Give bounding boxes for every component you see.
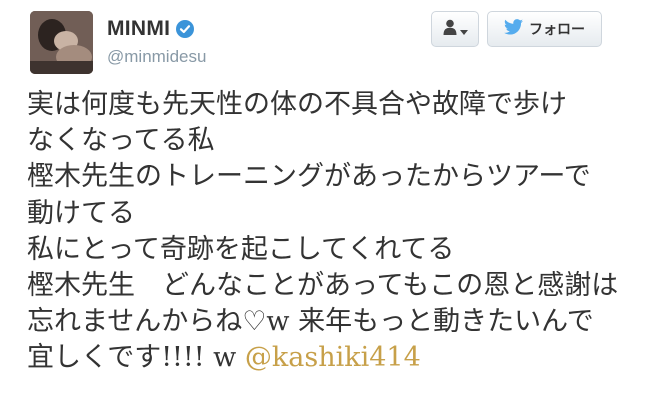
- name-row: MINMI: [107, 17, 195, 41]
- tweet-line: 樫木先生 どんなことがあってもこの恩と感謝は: [27, 270, 619, 302]
- tweet-line: 樫木先生のトレーニングがあったからツアーで: [27, 161, 591, 193]
- follow-button[interactable]: フォロー: [487, 11, 602, 47]
- tweet-line: 実は何度も先天性の体の不具合や故障で歩け: [27, 89, 567, 120]
- follow-button-label: フォロー: [529, 22, 585, 38]
- twitter-bird-icon: [504, 19, 523, 39]
- tweet-line: 動けてる: [27, 197, 135, 229]
- display-name[interactable]: MINMI: [107, 17, 170, 41]
- tweet-line: 忘れませんからね♡w 来年もっと動きたいんで: [27, 306, 594, 338]
- user-handle[interactable]: @minmidesu: [107, 47, 206, 67]
- user-actions-dropdown-button[interactable]: [431, 11, 479, 47]
- tweet-line-last: 宜しくです!!!! w @kashiki414: [27, 340, 647, 376]
- verified-badge-icon: [176, 20, 195, 38]
- user-icon: [443, 19, 457, 39]
- tweet-line: なくなってる私: [27, 125, 215, 157]
- profile-avatar[interactable]: [30, 11, 93, 74]
- mention-link[interactable]: @kashiki414: [245, 342, 421, 373]
- tweet-text: 実は何度も先天性の体の不具合や故障で歩け なくなってる私 樫木先生のトレーニング…: [27, 87, 647, 377]
- caret-down-icon: [459, 20, 468, 39]
- tweet-last-text: 宜しくです!!!! w: [27, 342, 245, 374]
- tweet-line: 私にとって奇跡を起こしてくれてる: [27, 233, 455, 265]
